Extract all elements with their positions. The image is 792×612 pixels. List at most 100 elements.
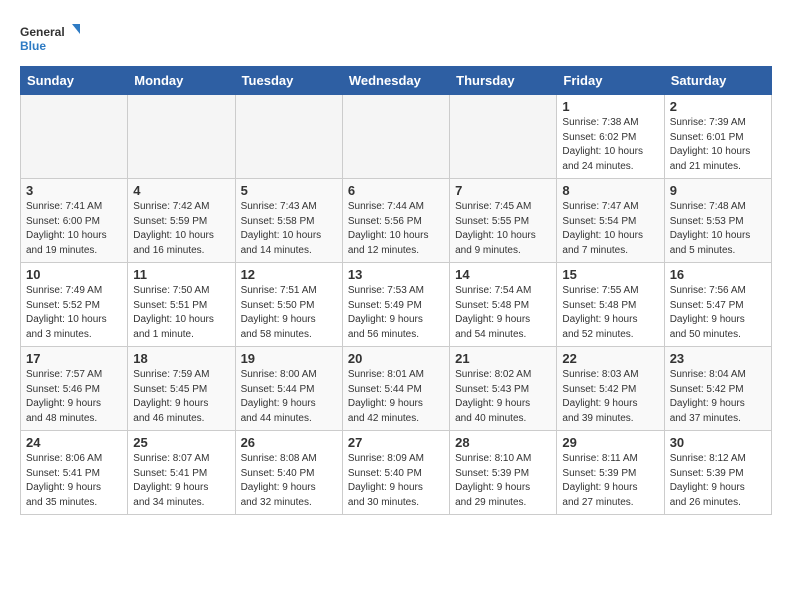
calendar-cell: 7Sunrise: 7:45 AM Sunset: 5:55 PM Daylig…	[450, 179, 557, 263]
weekday-header: Friday	[557, 67, 664, 95]
cell-info: Sunrise: 7:49 AM Sunset: 5:52 PM Dayligh…	[26, 284, 122, 342]
calendar-cell	[342, 95, 449, 179]
cell-info: Sunrise: 7:38 AM Sunset: 6:02 PM Dayligh…	[562, 116, 658, 174]
day-number: 29	[562, 435, 658, 450]
cell-info: Sunrise: 7:43 AM Sunset: 5:58 PM Dayligh…	[241, 200, 337, 258]
weekday-header: Saturday	[664, 67, 771, 95]
cell-info: Sunrise: 8:04 AM Sunset: 5:42 PM Dayligh…	[670, 368, 766, 426]
cell-info: Sunrise: 7:48 AM Sunset: 5:53 PM Dayligh…	[670, 200, 766, 258]
cell-info: Sunrise: 8:02 AM Sunset: 5:43 PM Dayligh…	[455, 368, 551, 426]
calendar-cell: 21 Sunrise: 8:02 AM Sunset: 5:43 PM Dayli…	[450, 347, 557, 431]
cell-info: Sunrise: 8:00 AM Sunset: 5:44 PM Dayligh…	[241, 368, 337, 426]
calendar-cell: 19Sunrise: 8:00 AM Sunset: 5:44 PM Dayli…	[235, 347, 342, 431]
cell-info: Sunrise: 7:41 AM Sunset: 6:00 PM Dayligh…	[26, 200, 122, 258]
logo-svg: General Blue	[20, 20, 80, 56]
day-number: 30	[670, 435, 766, 450]
calendar-cell: 9 Sunrise: 7:48 AM Sunset: 5:53 PM Daylig…	[664, 179, 771, 263]
calendar-header: SundayMondayTuesdayWednesdayThursdayFrid…	[21, 67, 772, 95]
day-number: 16	[670, 267, 766, 282]
day-number: 4	[133, 183, 229, 198]
day-number: 15	[562, 267, 658, 282]
cell-info: Sunrise: 7:44 AM Sunset: 5:56 PM Dayligh…	[348, 200, 444, 258]
calendar-cell: 25 Sunrise: 8:07 AM Sunset: 5:41 PM Dayli…	[128, 431, 235, 515]
cell-info: Sunrise: 8:06 AM Sunset: 5:41 PM Dayligh…	[26, 452, 122, 510]
day-number: 7	[455, 183, 551, 198]
calendar-cell: 18Sunrise: 7:59 AM Sunset: 5:45 PM Dayli…	[128, 347, 235, 431]
day-number: 13	[348, 267, 444, 282]
cell-info: Sunrise: 7:39 AM Sunset: 6:01 PM Dayligh…	[670, 116, 766, 174]
calendar-cell	[450, 95, 557, 179]
calendar-cell: 12 Sunrise: 7:51 AM Sunset: 5:50 PM Dayli…	[235, 263, 342, 347]
calendar-cell: 8 Sunrise: 7:47 AM Sunset: 5:54 PM Daylig…	[557, 179, 664, 263]
day-number: 6	[348, 183, 444, 198]
calendar-cell: 24 Sunrise: 8:06 AM Sunset: 5:41 PM Dayli…	[21, 431, 128, 515]
calendar-cell: 15 Sunrise: 7:55 AM Sunset: 5:48 PM Dayli…	[557, 263, 664, 347]
cell-info: Sunrise: 7:56 AM Sunset: 5:47 PM Dayligh…	[670, 284, 766, 342]
cell-info: Sunrise: 7:53 AM Sunset: 5:49 PM Dayligh…	[348, 284, 444, 342]
cell-info: Sunrise: 7:42 AM Sunset: 5:59 PM Dayligh…	[133, 200, 229, 258]
calendar-cell: 22 Sunrise: 8:03 AM Sunset: 5:42 PM Dayli…	[557, 347, 664, 431]
cell-info: Sunrise: 7:57 AM Sunset: 5:46 PM Dayligh…	[26, 368, 122, 426]
calendar-cell: 2 Sunrise: 7:39 AM Sunset: 6:01 PM Daylig…	[664, 95, 771, 179]
cell-info: Sunrise: 7:47 AM Sunset: 5:54 PM Dayligh…	[562, 200, 658, 258]
cell-info: Sunrise: 7:54 AM Sunset: 5:48 PM Dayligh…	[455, 284, 551, 342]
calendar-cell: 17 Sunrise: 7:57 AM Sunset: 5:46 PM Dayli…	[21, 347, 128, 431]
day-number: 10	[26, 267, 122, 282]
day-number: 26	[241, 435, 337, 450]
logo: General Blue	[20, 20, 80, 56]
day-number: 8	[562, 183, 658, 198]
cell-info: Sunrise: 7:50 AM Sunset: 5:51 PM Dayligh…	[133, 284, 229, 342]
calendar-cell: 10 Sunrise: 7:49 AM Sunset: 5:52 PM Dayli…	[21, 263, 128, 347]
calendar-cell: 23 Sunrise: 8:04 AM Sunset: 5:42 PM Dayli…	[664, 347, 771, 431]
calendar-cell	[128, 95, 235, 179]
calendar-cell	[21, 95, 128, 179]
cell-info: Sunrise: 7:51 AM Sunset: 5:50 PM Dayligh…	[241, 284, 337, 342]
calendar-cell	[235, 95, 342, 179]
day-number: 22	[562, 351, 658, 366]
day-number: 11	[133, 267, 229, 282]
day-number: 12	[241, 267, 337, 282]
day-number: 18	[133, 351, 229, 366]
calendar-cell: 28 Sunrise: 8:10 AM Sunset: 5:39 PM Dayli…	[450, 431, 557, 515]
cell-info: Sunrise: 8:01 AM Sunset: 5:44 PM Dayligh…	[348, 368, 444, 426]
day-number: 25	[133, 435, 229, 450]
cell-info: Sunrise: 7:55 AM Sunset: 5:48 PM Dayligh…	[562, 284, 658, 342]
svg-text:Blue: Blue	[20, 39, 46, 53]
weekday-header: Thursday	[450, 67, 557, 95]
cell-info: Sunrise: 8:03 AM Sunset: 5:42 PM Dayligh…	[562, 368, 658, 426]
weekday-header: Wednesday	[342, 67, 449, 95]
calendar-cell: 16 Sunrise: 7:56 AM Sunset: 5:47 PM Dayli…	[664, 263, 771, 347]
day-number: 5	[241, 183, 337, 198]
day-number: 2	[670, 99, 766, 114]
calendar-cell: 3 Sunrise: 7:41 AM Sunset: 6:00 PM Daylig…	[21, 179, 128, 263]
cell-info: Sunrise: 8:10 AM Sunset: 5:39 PM Dayligh…	[455, 452, 551, 510]
calendar-cell: 14 Sunrise: 7:54 AM Sunset: 5:48 PM Dayli…	[450, 263, 557, 347]
page-header: General Blue	[20, 20, 772, 56]
day-number: 14	[455, 267, 551, 282]
day-number: 9	[670, 183, 766, 198]
weekday-header: Tuesday	[235, 67, 342, 95]
calendar-cell: 13 Sunrise: 7:53 AM Sunset: 5:49 PM Dayli…	[342, 263, 449, 347]
cell-info: Sunrise: 8:07 AM Sunset: 5:41 PM Dayligh…	[133, 452, 229, 510]
day-number: 23	[670, 351, 766, 366]
calendar-cell: 20 Sunrise: 8:01 AM Sunset: 5:44 PM Dayli…	[342, 347, 449, 431]
day-number: 27	[348, 435, 444, 450]
day-number: 3	[26, 183, 122, 198]
cell-info: Sunrise: 8:09 AM Sunset: 5:40 PM Dayligh…	[348, 452, 444, 510]
day-number: 20	[348, 351, 444, 366]
day-number: 24	[26, 435, 122, 450]
calendar-cell: 27 Sunrise: 8:09 AM Sunset: 5:40 PM Dayli…	[342, 431, 449, 515]
weekday-header: Monday	[128, 67, 235, 95]
day-number: 21	[455, 351, 551, 366]
cell-info: Sunrise: 8:12 AM Sunset: 5:39 PM Dayligh…	[670, 452, 766, 510]
cell-info: Sunrise: 8:08 AM Sunset: 5:40 PM Dayligh…	[241, 452, 337, 510]
calendar-table: SundayMondayTuesdayWednesdayThursdayFrid…	[20, 66, 772, 515]
weekday-header: Sunday	[21, 67, 128, 95]
calendar-cell: 6 Sunrise: 7:44 AM Sunset: 5:56 PM Daylig…	[342, 179, 449, 263]
day-number: 17	[26, 351, 122, 366]
day-number: 28	[455, 435, 551, 450]
cell-info: Sunrise: 8:11 AM Sunset: 5:39 PM Dayligh…	[562, 452, 658, 510]
calendar-cell: 29 Sunrise: 8:11 AM Sunset: 5:39 PM Dayli…	[557, 431, 664, 515]
calendar-cell: 1Sunrise: 7:38 AM Sunset: 6:02 PM Daylig…	[557, 95, 664, 179]
calendar-cell: 4 Sunrise: 7:42 AM Sunset: 5:59 PM Daylig…	[128, 179, 235, 263]
